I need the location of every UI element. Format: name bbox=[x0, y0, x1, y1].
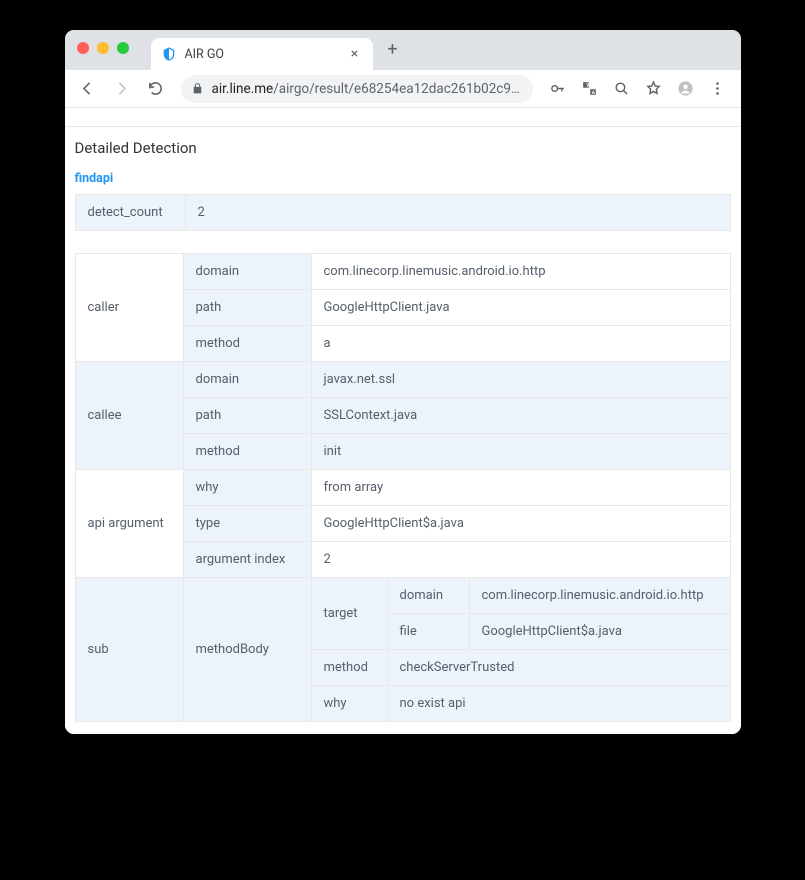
forward-button[interactable] bbox=[107, 74, 137, 104]
callee-domain-value: javax.net.ssl bbox=[311, 362, 730, 398]
profile-avatar-icon[interactable] bbox=[671, 74, 701, 104]
window-close-button[interactable] bbox=[77, 42, 89, 54]
detail-table: caller domain com.linecorp.linemusic.and… bbox=[75, 253, 731, 722]
window-minimize-button[interactable] bbox=[97, 42, 109, 54]
tab-favicon bbox=[161, 46, 177, 62]
caller-path-key: path bbox=[183, 290, 311, 326]
api-argument-label: api argument bbox=[75, 470, 183, 578]
sub-label: sub bbox=[75, 578, 183, 722]
callee-method-value: init bbox=[311, 434, 730, 470]
url-text: air.line.me/airgo/result/e68254ea12dac26… bbox=[212, 81, 523, 97]
callee-domain-key: domain bbox=[183, 362, 311, 398]
reload-button[interactable] bbox=[141, 74, 171, 104]
sub-method-key: method bbox=[311, 650, 387, 686]
caller-method-value: a bbox=[311, 326, 730, 362]
window-titlebar: AIR GO × + bbox=[65, 30, 741, 70]
browser-toolbar: air.line.me/airgo/result/e68254ea12dac26… bbox=[65, 70, 741, 108]
new-tab-button[interactable]: + bbox=[379, 35, 407, 63]
sub-target-label: target bbox=[311, 578, 387, 650]
callee-method-key: method bbox=[183, 434, 311, 470]
sub-why-key: why bbox=[311, 686, 387, 722]
sub-methodbody-label: methodBody bbox=[183, 578, 311, 722]
zoom-icon[interactable] bbox=[607, 74, 637, 104]
findapi-link[interactable]: findapi bbox=[65, 171, 124, 194]
api-arg-type-key: type bbox=[183, 506, 311, 542]
api-arg-type-value: GoogleHttpClient$a.java bbox=[311, 506, 730, 542]
tab-title: AIR GO bbox=[185, 47, 347, 62]
api-arg-index-key: argument index bbox=[183, 542, 311, 578]
detect-count-label: detect_count bbox=[75, 195, 185, 231]
sub-method-value: checkServerTrusted bbox=[387, 650, 730, 686]
lock-icon bbox=[191, 82, 204, 95]
url-host: air.line.me bbox=[212, 81, 274, 97]
sub-why-value: no exist api bbox=[387, 686, 730, 722]
detect-count-value: 2 bbox=[185, 195, 730, 231]
detect-count-table: detect_count 2 bbox=[75, 194, 731, 231]
page-content: Detailed Detection findapi detect_count … bbox=[65, 126, 741, 734]
caller-path-value: GoogleHttpClient.java bbox=[311, 290, 730, 326]
callee-path-value: SSLContext.java bbox=[311, 398, 730, 434]
callee-path-key: path bbox=[183, 398, 311, 434]
sub-target-domain-key: domain bbox=[387, 578, 469, 614]
back-button[interactable] bbox=[73, 74, 103, 104]
url-path: /airgo/result/e68254ea12dac261b02c9… bbox=[273, 81, 520, 97]
browser-window: AIR GO × + air.line.me/airgo/result/e682… bbox=[65, 30, 741, 734]
caller-label: caller bbox=[75, 254, 183, 362]
window-fullscreen-button[interactable] bbox=[117, 42, 129, 54]
api-arg-index-value: 2 bbox=[311, 542, 730, 578]
caller-domain-value: com.linecorp.linemusic.android.io.http bbox=[311, 254, 730, 290]
address-bar[interactable]: air.line.me/airgo/result/e68254ea12dac26… bbox=[181, 75, 533, 103]
sub-target-domain-value: com.linecorp.linemusic.android.io.http bbox=[469, 578, 730, 614]
translate-icon[interactable] bbox=[575, 74, 605, 104]
kebab-menu-icon[interactable] bbox=[703, 74, 733, 104]
api-arg-why-key: why bbox=[183, 470, 311, 506]
tab-close-button[interactable]: × bbox=[347, 46, 363, 62]
toolbar-actions bbox=[543, 74, 733, 104]
callee-label: callee bbox=[75, 362, 183, 470]
page-heading: Detailed Detection bbox=[65, 127, 741, 167]
bookmark-star-icon[interactable] bbox=[639, 74, 669, 104]
window-controls bbox=[77, 42, 129, 54]
sub-target-file-key: file bbox=[387, 614, 469, 650]
sub-target-file-value: GoogleHttpClient$a.java bbox=[469, 614, 730, 650]
password-key-icon[interactable] bbox=[543, 74, 573, 104]
caller-domain-key: domain bbox=[183, 254, 311, 290]
api-arg-why-value: from array bbox=[311, 470, 730, 506]
caller-method-key: method bbox=[183, 326, 311, 362]
browser-tab[interactable]: AIR GO × bbox=[151, 38, 373, 70]
